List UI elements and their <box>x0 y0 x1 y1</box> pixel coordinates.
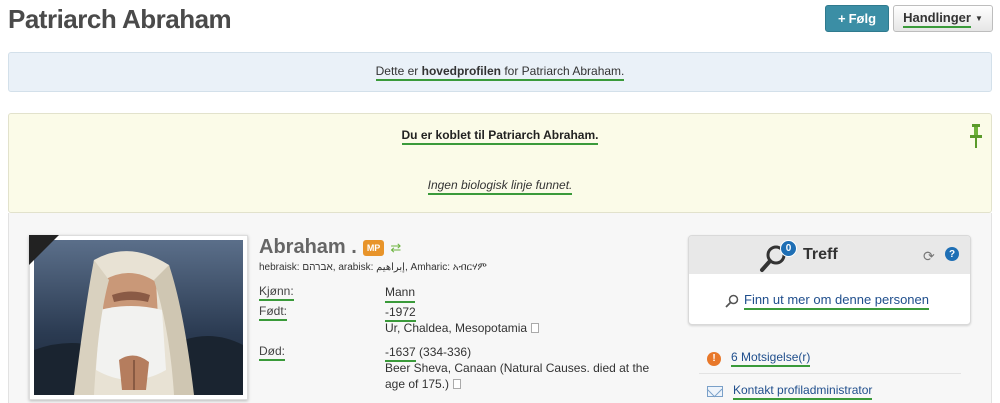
contact-manager-link[interactable]: Kontakt profiladministrator <box>707 383 873 400</box>
find-more-label: Finn ut mer om denne personen <box>744 292 929 310</box>
source-document-icon[interactable] <box>531 323 540 333</box>
deceased-ribbon <box>29 235 59 265</box>
pin-icon[interactable] <box>969 122 983 150</box>
main-profile-banner: Dette er hovedprofilen for Patriarch Abr… <box>8 52 992 92</box>
sync-icon[interactable]: ⇄ <box>390 240 401 256</box>
matches-box: 0 Treff ⟳ ? Finn ut mer om denne persone… <box>688 235 971 325</box>
no-line-link[interactable]: Ingen biologisk linje funnet. <box>427 178 573 195</box>
death-place: Beer Sheva, Canaan (Natural Causes. died… <box>385 361 650 391</box>
matches-header: 0 Treff ⟳ ? <box>689 236 970 274</box>
envelope-icon <box>707 386 723 397</box>
profile-panel: Abraham . MP ⇄ hebraisk: אברהם, arabisk:… <box>8 213 992 403</box>
profile-name: Abraham . <box>259 236 357 258</box>
birth-value: -1972 Ur, Chaldea, Mesopotamia <box>385 304 540 336</box>
actions-dropdown-button[interactable]: Handlinger ▼ <box>893 5 993 32</box>
caret-down-icon: ▼ <box>974 14 983 23</box>
divider <box>699 373 961 374</box>
death-label: Død: <box>259 344 286 361</box>
profile-photo-frame[interactable] <box>29 235 248 400</box>
contact-label: Kontakt profiladministrator <box>733 383 873 400</box>
actions-label: Handlinger <box>903 10 971 28</box>
plus-icon: + <box>837 11 846 26</box>
help-icon[interactable]: ? <box>945 247 959 261</box>
refresh-icon[interactable]: ⟳ <box>923 248 935 265</box>
page-title: Patriarch Abraham <box>8 4 232 34</box>
conflicts-label: 6 Motsigelse(r) <box>731 350 811 367</box>
profile-name-row: Abraham . MP ⇄ <box>259 236 401 259</box>
death-value: -1637 (334-336) Beer Sheva, Canaan (Natu… <box>385 344 655 392</box>
warning-icon: ! <box>707 351 721 366</box>
birth-place: Ur, Chaldea, Mesopotamia <box>385 321 528 335</box>
banner-bold: hovedprofilen <box>421 63 501 78</box>
search-icon <box>725 294 739 308</box>
relationship-panel: Du er koblet til Patriarch Abraham. Inge… <box>8 113 992 213</box>
source-document-icon[interactable] <box>453 379 462 389</box>
death-age: (334-336) <box>415 345 472 359</box>
profile-photo <box>34 240 243 395</box>
birth-label: Født: <box>259 304 288 321</box>
mp-badge[interactable]: MP <box>362 239 385 256</box>
banner-suffix: for Patriarch Abraham. <box>500 63 625 78</box>
gender-label: Kjønn: <box>259 284 294 301</box>
gender-value: Mann <box>385 284 416 303</box>
match-count-badge: 0 <box>780 240 797 257</box>
no-line-status: Ingen biologisk linje funnet. <box>9 178 991 195</box>
banner-prefix: Dette er <box>375 63 422 78</box>
alternate-names: hebraisk: אברהם, arabisk: إبراهيم, Amhar… <box>259 262 487 273</box>
follow-label: Følg <box>848 11 877 26</box>
conflicts-link[interactable]: ! 6 Motsigelse(r) <box>707 350 811 367</box>
matches-title: Treff <box>803 246 838 263</box>
main-profile-message[interactable]: Dette er hovedprofilen for Patriarch Abr… <box>375 63 625 81</box>
connected-status: Du er koblet til Patriarch Abraham. <box>9 128 991 145</box>
connected-link[interactable]: Du er koblet til Patriarch Abraham. <box>401 128 599 145</box>
find-more-link[interactable]: Finn ut mer om denne personen <box>725 292 929 310</box>
follow-button[interactable]: + Følg <box>825 5 889 32</box>
